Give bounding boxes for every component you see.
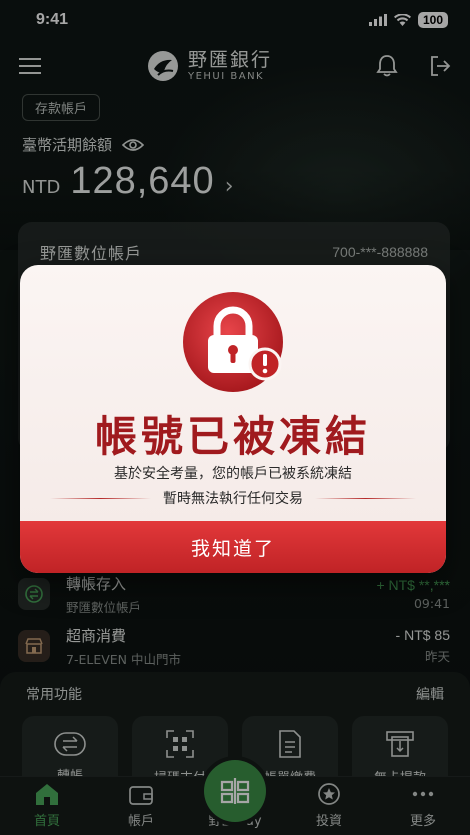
dialog-submessage-row: 暫時無法執行任何交易	[50, 488, 416, 508]
acknowledge-button[interactable]: 我知道了	[20, 521, 446, 573]
divider	[50, 497, 151, 499]
account-frozen-dialog: 帳號已被凍結 基於安全考量，您的帳戶已被系統凍結 暫時無法執行任何交易 我知道了	[20, 265, 446, 573]
app-screen: 9:41 100 野匯銀行 YEHUI BANK 存款帳戶 臺幣活期餘額 NTD…	[0, 0, 470, 835]
divider	[315, 497, 416, 499]
dialog-title: 帳號已被凍結	[94, 412, 371, 461]
dialog-submessage: 暫時無法執行任何交易	[163, 491, 303, 507]
dialog-message: 基於安全考量，您的帳戶已被系統凍結	[114, 466, 352, 482]
lock-alert-icon	[183, 292, 283, 392]
